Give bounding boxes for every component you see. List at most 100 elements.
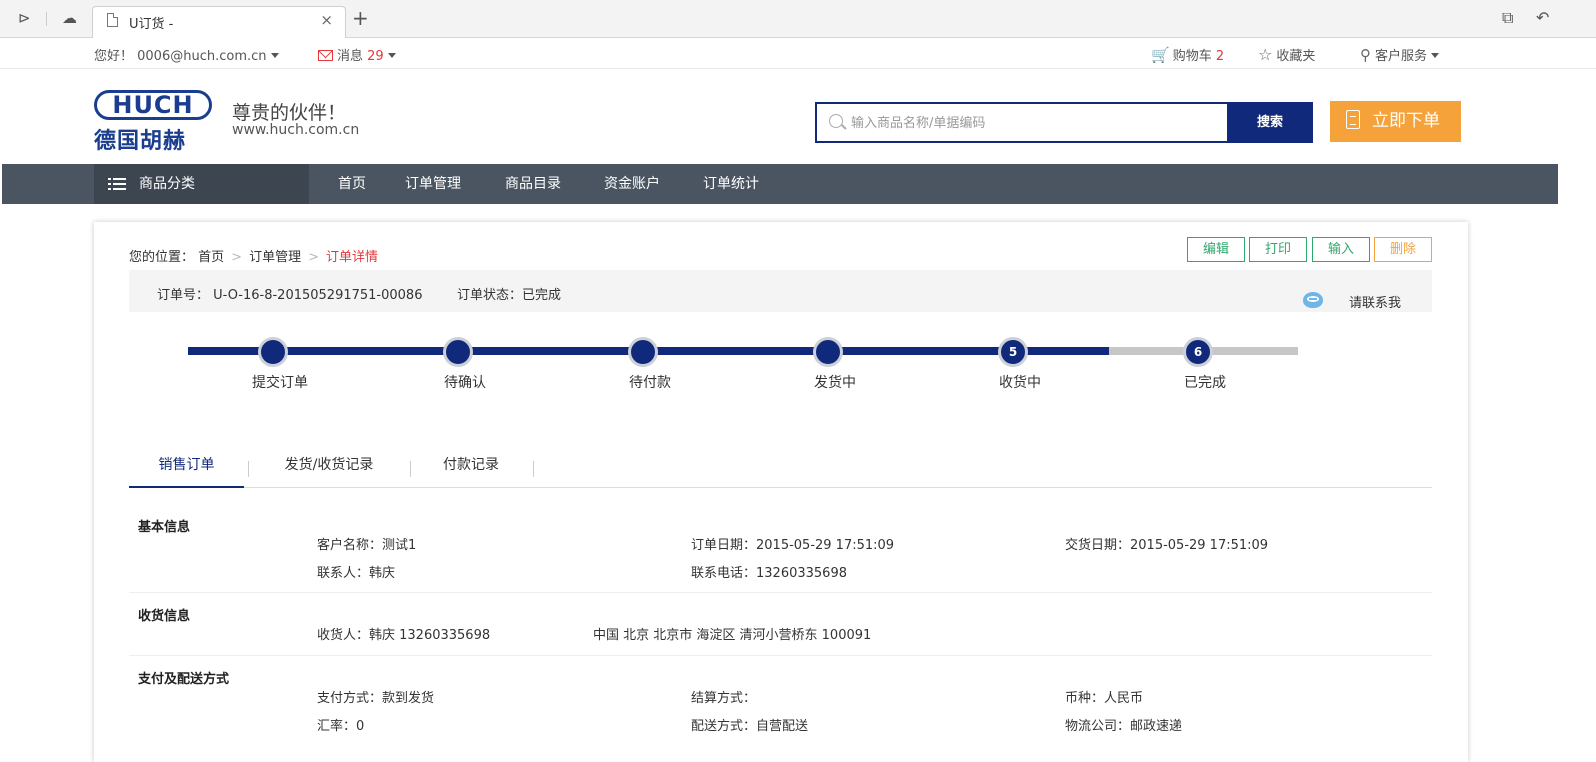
favorites-label: 收藏夹 [1276,49,1316,64]
order-status: 订单状态：已完成 [457,288,562,303]
toolbar-divider [46,12,47,26]
logo-mark: HUCH [94,90,212,120]
cart-link[interactable]: 🛒 购物车 2 [1151,45,1224,64]
contact-person: 联系人：韩庆 [317,566,396,581]
order-detail-card: 您的位置： 首页 > 订单管理 > 订单详情 编辑 打印 输入 删除 订单号： U-O-… [94,222,1468,762]
tab-divider [410,461,411,477]
search-button[interactable]: 搜索 [1227,102,1313,143]
contact-me-link[interactable]: 请联系我 [1349,292,1401,311]
delete-button[interactable]: 删除 [1374,237,1432,262]
delivery-date: 交货日期：2015-05-29 17:51:09 [1065,538,1269,553]
clipboard-icon [1346,110,1360,129]
order-progress: 提交订单 待确认 待付款 发货中 5 收货中 6 已完成 [188,337,1298,400]
service-label: 客户服务 [1375,49,1428,64]
nav-home[interactable]: 首页 [338,164,366,204]
browser-tab[interactable]: U订货 - × [92,6,346,38]
messages-label: 消息 [337,49,364,64]
progress-step-dot [813,337,843,367]
huch-logo[interactable]: HUCH 德国胡赫 [94,90,212,154]
customer-name: 客户名称：测试1 [317,538,417,553]
edit-button[interactable]: 编辑 [1187,237,1245,262]
order-summary-bar: 订单号： U-O-16-8-201505291751-00086 订单状态：已完… [129,270,1432,312]
messages-menu[interactable]: 消息 29 [318,45,396,64]
section-shipping-info: 收货信息 收货人：韩庆 13260335698 中国 北京 北京市 海淀区 清河… [129,593,1432,656]
shipping-address: 中国 北京 北京市 海淀区 清河小营桥东 100091 [593,628,872,643]
slogan: 尊贵的伙伴！ [232,102,347,124]
top-info-bar: 您好！ 0006@huch.com.cn 消息 29 🛒 购物车 2 ☆ 收藏夹 ⚲… [0,38,1596,69]
browser-tab-title: U订货 - [129,17,174,32]
tab-payment-records[interactable]: 付款记录 [419,454,523,488]
currency: 币种：人民币 [1065,691,1144,706]
progress-step-label: 发货中 [814,375,856,391]
nav-order-statistics[interactable]: 订单统计 [703,164,759,204]
tab-divider [248,461,249,477]
tab-close-icon[interactable]: × [320,11,333,29]
progress-step-dot: 6 [1183,337,1213,367]
chevron-down-icon [270,53,279,58]
breadcrumb-separator: > [308,250,319,265]
progress-step-label: 提交订单 [252,375,308,391]
progress-step-dot: 5 [998,337,1028,367]
undo-icon[interactable]: ↶ [1536,8,1549,27]
settlement-method: 结算方式： [691,691,757,706]
window-restore-icon[interactable]: ⧉ [1502,8,1513,28]
tab-sales-order[interactable]: 销售订单 [129,454,244,488]
mail-icon [318,50,333,61]
section-payment-delivery: 支付及配送方式 支付方式：款到发货 结算方式： 币种：人民币 汇率：0 配送方式… [129,656,1432,762]
section-title: 支付及配送方式 [138,672,230,687]
chevron-down-icon [387,53,396,58]
logistics-company: 物流公司：邮政速递 [1065,719,1183,734]
contact-phone: 联系电话：13260335698 [691,566,847,581]
browser-chrome: ⊳ ☁ U订货 - × + ⧉ ↶ [0,0,1596,38]
greeting-text: 您好！ 0006@huch.com.cn [94,49,267,64]
cloud-icon[interactable]: ☁ [62,9,77,27]
breadcrumb-order-management[interactable]: 订单管理 [249,250,301,265]
place-order-button[interactable]: 立即下单 [1330,101,1461,142]
progress-step-dot [258,337,288,367]
search-input[interactable] [851,112,1221,134]
site-header: HUCH 德国胡赫 尊贵的伙伴！ www.huch.com.cn 搜索 立即下单 [0,70,1596,164]
chat-icon[interactable] [1303,292,1323,308]
star-icon: ☆ [1258,45,1273,64]
input-button[interactable]: 输入 [1312,237,1370,262]
print-button[interactable]: 打印 [1249,237,1307,262]
page-icon [107,13,118,27]
progress-step-label: 待付款 [629,375,671,391]
breadcrumb-separator: > [231,250,243,265]
messages-count: 29 [367,49,384,64]
order-date: 订单日期：2015-05-29 17:51:09 [691,538,895,553]
nav-fund-account[interactable]: 资金账户 [604,164,660,204]
user-icon: ⚲ [1360,46,1371,64]
order-number: 订单号： U-O-16-8-201505291751-00086 [157,288,423,303]
search-box: 搜索 [815,102,1313,143]
cart-label: 购物车 [1172,49,1212,64]
nav-product-catalog[interactable]: 商品目录 [505,164,561,204]
site-url: www.huch.com.cn [232,122,360,138]
breadcrumb-home[interactable]: 首页 [198,250,224,265]
favorites-link[interactable]: ☆ 收藏夹 [1258,45,1315,64]
progress-step-dot [443,337,473,367]
search-icon [829,114,843,128]
account-menu[interactable]: 您好！ 0006@huch.com.cn [94,45,279,64]
breadcrumb: 您的位置： 首页 > 订单管理 > 订单详情 [129,246,378,265]
nav-order-management[interactable]: 订单管理 [405,164,461,204]
main-nav: 商品分类 首页 订单管理 商品目录 资金账户 订单统计 [2,164,1558,204]
progress-step-dot [628,337,658,367]
new-tab-icon[interactable]: + [352,6,369,30]
delivery-method: 配送方式：自营配送 [691,719,809,734]
tab-divider [533,461,534,477]
receiver: 收货人：韩庆 13260335698 [317,628,491,643]
progress-step-label: 已完成 [1184,375,1226,391]
progress-step-label: 收货中 [999,375,1041,391]
chevron-down-icon [1431,53,1440,58]
place-order-label: 立即下单 [1372,111,1440,131]
category-label: 商品分类 [139,176,195,192]
category-menu[interactable]: 商品分类 [94,164,309,204]
customer-service-menu[interactable]: ⚲ 客户服务 [1360,45,1440,64]
exchange-rate: 汇率：0 [317,719,365,734]
tab-shipping-records[interactable]: 发货/收货记录 [262,454,396,488]
section-title: 收货信息 [138,609,191,624]
sidebar-toggle-icon[interactable]: ⊳ [18,9,31,27]
breadcrumb-prefix: 您的位置： [129,250,195,265]
logo-cn-text: 德国胡赫 [94,129,187,154]
